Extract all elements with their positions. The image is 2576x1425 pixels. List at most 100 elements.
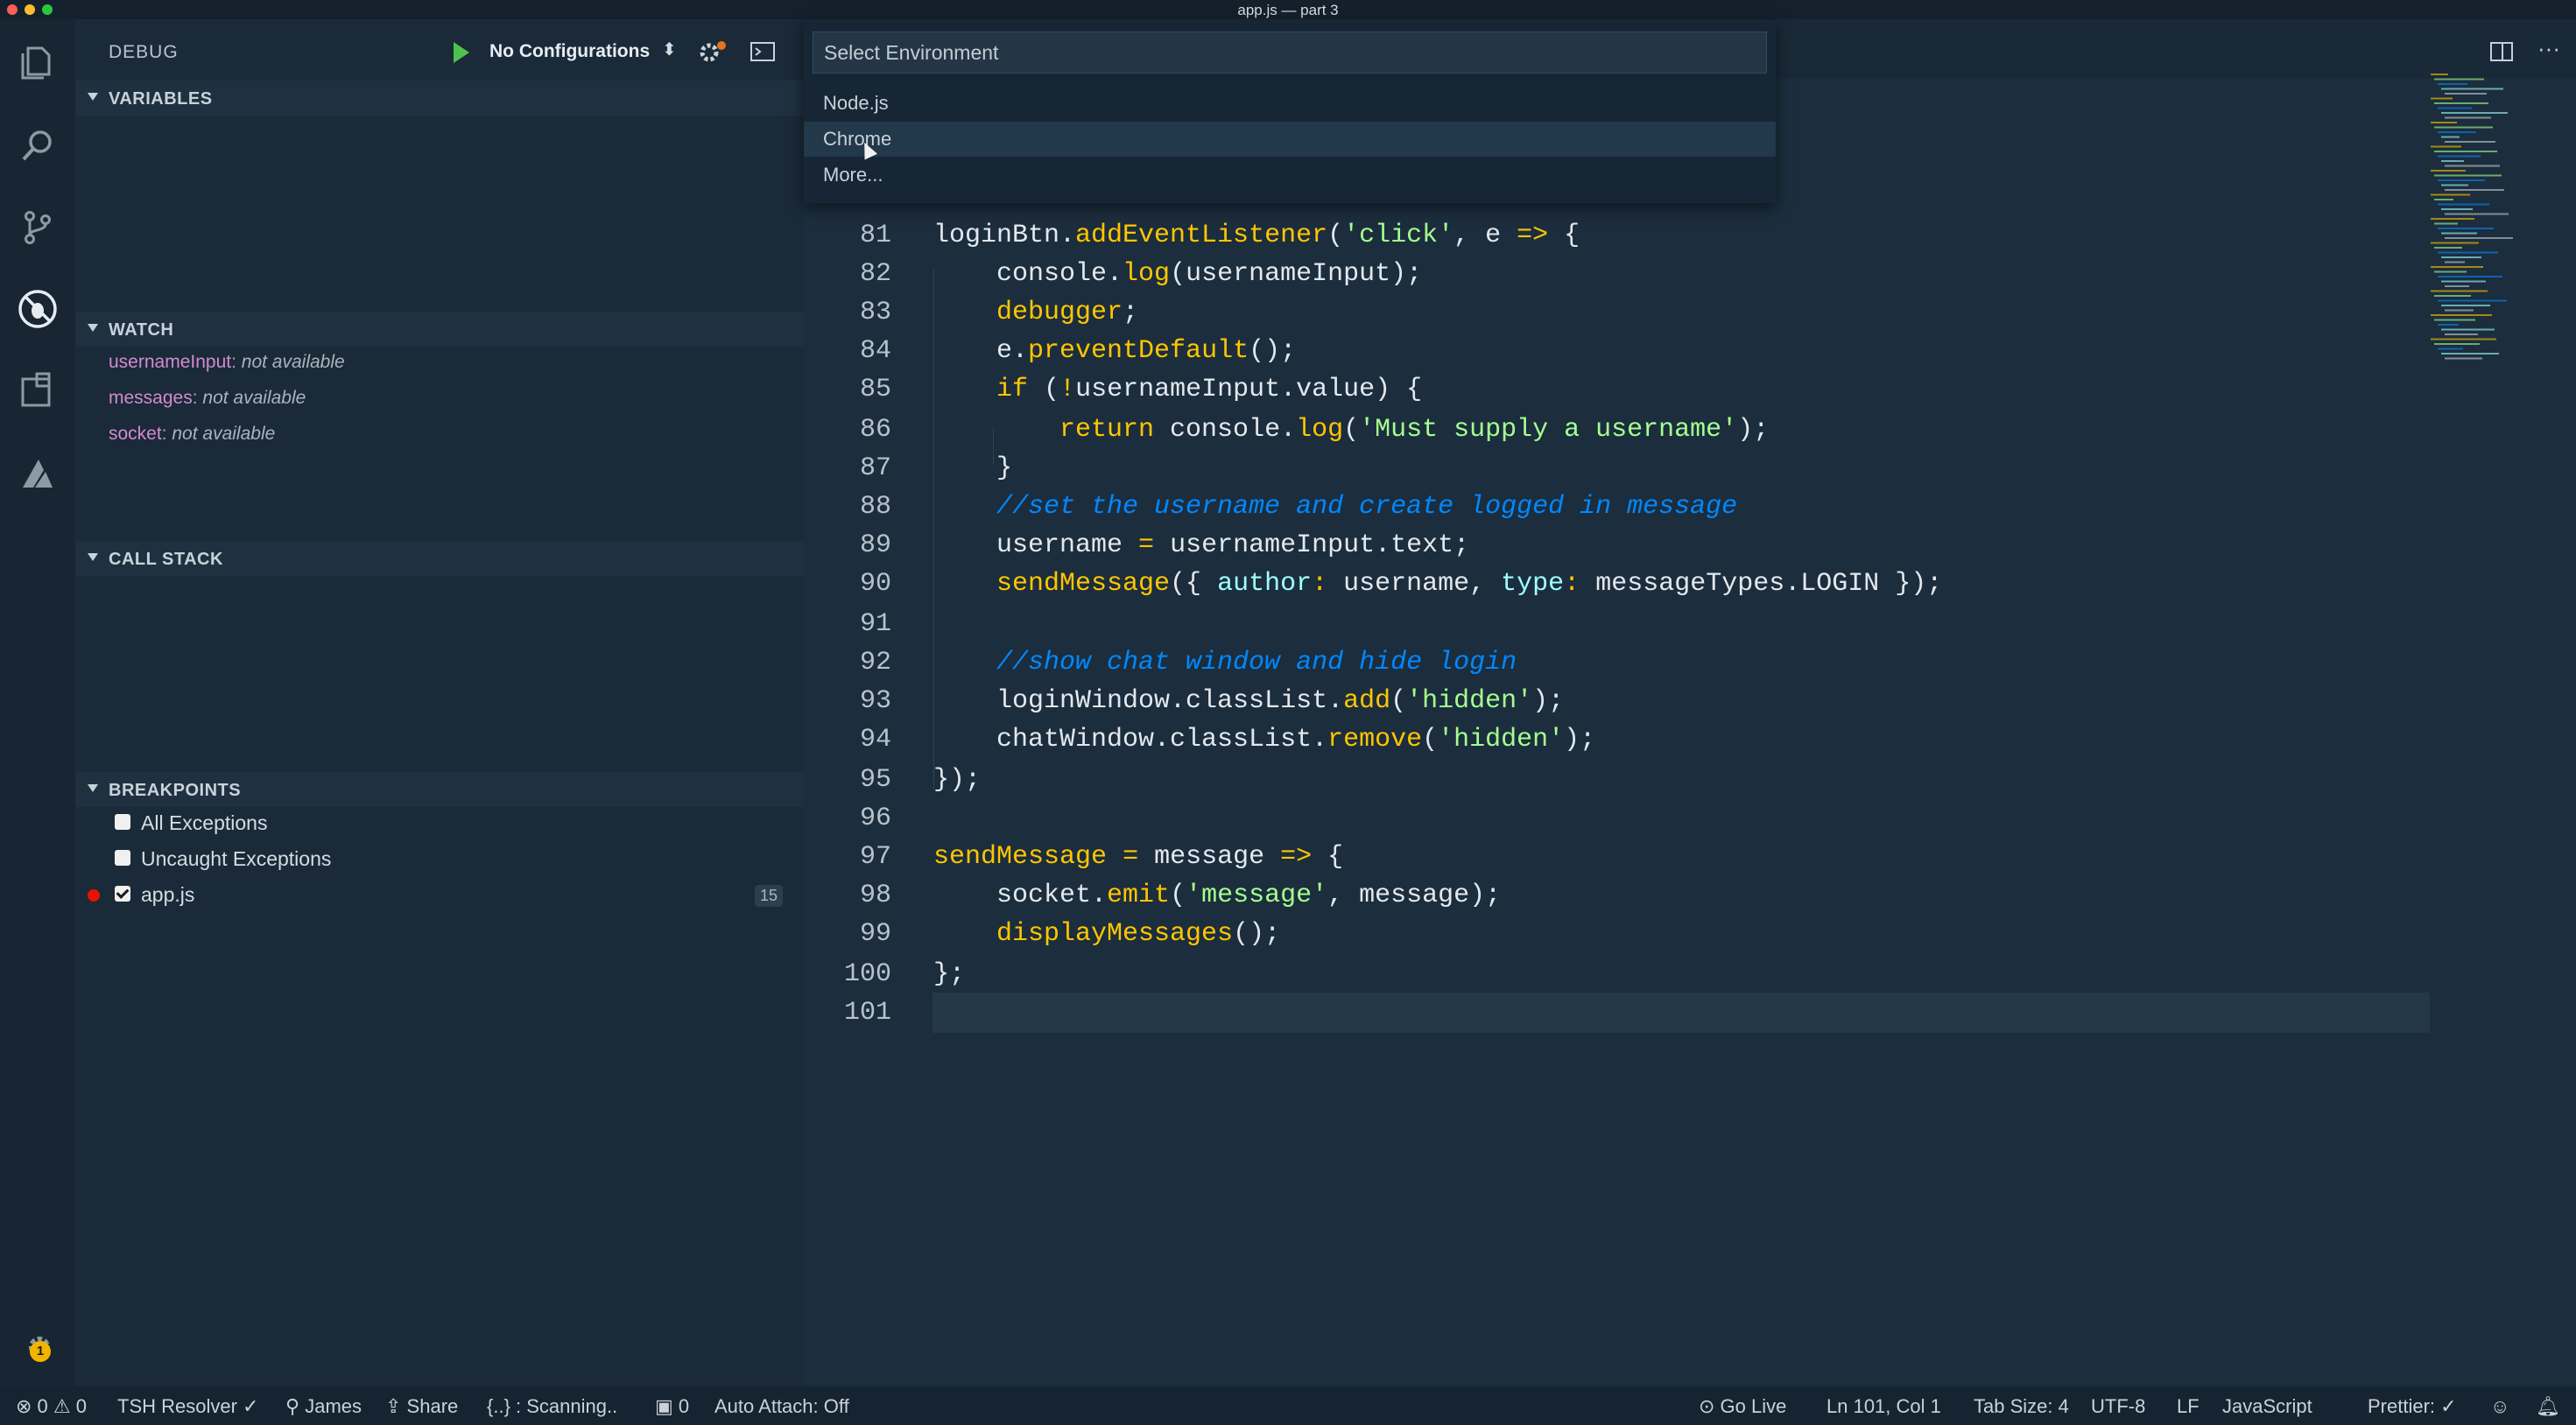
prettier-status[interactable]: Prettier: ✓ xyxy=(2368,1395,2457,1418)
code-line[interactable]: //show chat window and hide login xyxy=(933,648,1517,677)
watch-section-header[interactable]: WATCH xyxy=(75,312,804,347)
azure-icon[interactable] xyxy=(13,450,62,499)
breakpoint-checkbox[interactable] xyxy=(115,850,130,866)
code-token: ( xyxy=(1327,221,1344,250)
code-line[interactable]: debugger; xyxy=(933,298,1138,327)
search-icon[interactable] xyxy=(13,122,62,171)
code-line[interactable]: }; xyxy=(933,959,965,989)
code-line[interactable]: displayMessages(); xyxy=(933,919,1280,949)
scanning-status: {..} : Scanning.. xyxy=(487,1395,618,1417)
status-bar: ⊗ 0 ⚠ 0 TSH Resolver ✓ ⚲ James ⇪ Share {… xyxy=(0,1386,2576,1425)
section-label: CALL STACK xyxy=(109,550,223,569)
code-token: return xyxy=(933,415,1155,445)
environment-option-more[interactable]: More... xyxy=(804,158,1776,193)
source-control-icon[interactable] xyxy=(13,203,62,252)
environment-option-chrome[interactable]: Chrome xyxy=(804,122,1776,157)
environment-option-nodejs[interactable]: Node.js xyxy=(804,86,1776,121)
code-token: usernameInput.value) { xyxy=(1075,375,1423,404)
code-line[interactable]: username = usernameInput.text; xyxy=(933,530,1469,560)
code-line[interactable]: sendMessage = message => { xyxy=(933,842,1343,872)
breakpoint-uncaught-exceptions[interactable]: Uncaught Exceptions xyxy=(75,843,804,874)
breakpoint-all-exceptions[interactable]: All Exceptions xyxy=(75,807,804,839)
extensions-icon[interactable] xyxy=(13,366,62,415)
breakpoint-app-js[interactable]: app.js 15 xyxy=(75,879,804,910)
code-token: , e xyxy=(1453,221,1517,250)
code-token: (); xyxy=(1233,919,1281,949)
more-actions-icon[interactable]: ··· xyxy=(2537,35,2560,62)
explorer-icon[interactable] xyxy=(13,39,62,88)
code-token: ( xyxy=(1170,881,1186,910)
line-number: 84 xyxy=(859,336,891,366)
watch-value: not available xyxy=(202,388,306,408)
line-ending[interactable]: LF xyxy=(2177,1395,2199,1418)
code-line[interactable]: socket.emit('message', message); xyxy=(933,881,1501,910)
breakpoints-section-header[interactable]: BREAKPOINTS xyxy=(75,772,804,807)
code-line[interactable]: if (!usernameInput.value) { xyxy=(933,375,1422,404)
code-token: sendMessage xyxy=(933,569,1171,599)
code-token: emit xyxy=(1107,881,1171,910)
start-debugging-icon[interactable] xyxy=(454,42,469,63)
environment-search-input[interactable] xyxy=(813,32,1766,73)
split-editor-icon[interactable] xyxy=(2490,42,2513,61)
live-share-user[interactable]: ⚲ James xyxy=(285,1395,362,1418)
cursor-position[interactable]: Ln 101, Col 1 xyxy=(1826,1395,1941,1418)
line-number: 97 xyxy=(859,842,891,872)
code-line[interactable]: loginBtn.addEventListener('click', e => … xyxy=(933,221,1580,250)
code-editor[interactable]: ··· 81 82 83 84 85 86 87 88 89 90 91 92 … xyxy=(804,19,2576,1386)
code-token: remove xyxy=(1327,725,1423,755)
user-name: James xyxy=(305,1395,362,1417)
line-number: 87 xyxy=(859,453,891,483)
code-token: log xyxy=(1296,415,1344,445)
chevron-updown-icon[interactable]: ⬍ xyxy=(662,39,677,60)
code-token: messageTypes.LOGIN }); xyxy=(1580,569,1943,599)
tsh-resolver-status[interactable]: TSH Resolver ✓ xyxy=(117,1395,258,1418)
code-token: { xyxy=(1312,842,1344,872)
settings-gear-icon[interactable] xyxy=(695,37,730,68)
line-number: 96 xyxy=(859,804,891,833)
code-token: message xyxy=(1138,842,1281,872)
code-token: 'hidden' xyxy=(1438,725,1565,755)
share-label: Share xyxy=(406,1395,459,1417)
tab-size[interactable]: Tab Size: 4 xyxy=(1974,1395,2069,1418)
code-token: username, xyxy=(1327,569,1502,599)
watch-item[interactable]: socket: not available xyxy=(109,424,275,445)
code-line[interactable]: } xyxy=(933,453,1012,483)
problems-indicator[interactable]: ⊗ 0 ⚠ 0 xyxy=(16,1395,87,1418)
feedback-smiley-icon[interactable]: ☺ xyxy=(2490,1395,2509,1418)
code-line[interactable]: return console.log('Must supply a userna… xyxy=(933,415,1769,445)
configuration-select[interactable]: No Configurations xyxy=(489,41,650,62)
auto-attach-status[interactable]: Auto Attach: Off xyxy=(714,1395,849,1418)
code-line[interactable]: loginWindow.classList.add('hidden'); xyxy=(933,686,1564,716)
minimap[interactable] xyxy=(2431,74,2536,371)
breakpoint-checkbox[interactable] xyxy=(115,886,130,902)
code-token: 'Must supply a username' xyxy=(1359,415,1738,445)
live-share-count[interactable]: ▣ 0 xyxy=(655,1395,689,1418)
code-token: => xyxy=(1280,842,1313,872)
line-number: 83 xyxy=(859,298,891,327)
go-live-button[interactable]: ⊙ Go Live xyxy=(1699,1395,1786,1418)
breakpoint-line-badge: 15 xyxy=(755,885,784,907)
title-bar: app.js — part 3 xyxy=(0,0,2576,19)
code-token: = xyxy=(1123,842,1139,872)
share-button[interactable]: ⇪ Share xyxy=(385,1395,458,1418)
breakpoint-checkbox[interactable] xyxy=(115,814,130,830)
code-line[interactable]: sendMessage({ author: username, type: me… xyxy=(933,569,1942,599)
breakpoint-label: All Exceptions xyxy=(141,811,268,834)
encoding[interactable]: UTF-8 xyxy=(2091,1395,2145,1418)
code-token: : xyxy=(1312,569,1328,599)
notifications-bell-icon[interactable]: 🔔︎ xyxy=(2536,1395,2560,1418)
code-line[interactable]: //set the username and create logged in … xyxy=(933,492,1737,522)
watch-item[interactable]: messages: not available xyxy=(109,388,306,409)
code-line[interactable]: console.log(usernameInput); xyxy=(933,259,1422,289)
debug-console-icon[interactable] xyxy=(750,40,776,63)
code-line[interactable]: e.preventDefault(); xyxy=(933,336,1296,366)
debug-icon[interactable] xyxy=(13,284,62,333)
current-line-highlight xyxy=(933,993,2430,1033)
variables-section-header[interactable]: VARIABLES xyxy=(75,81,804,116)
language-mode[interactable]: JavaScript xyxy=(2222,1395,2312,1418)
call-stack-section-header[interactable]: CALL STACK xyxy=(75,541,804,576)
code-line[interactable]: }); xyxy=(933,765,981,795)
code-token: debugger xyxy=(933,298,1123,327)
code-line[interactable]: chatWindow.classList.remove('hidden'); xyxy=(933,725,1595,755)
watch-item[interactable]: usernameInput: not available xyxy=(109,352,345,373)
